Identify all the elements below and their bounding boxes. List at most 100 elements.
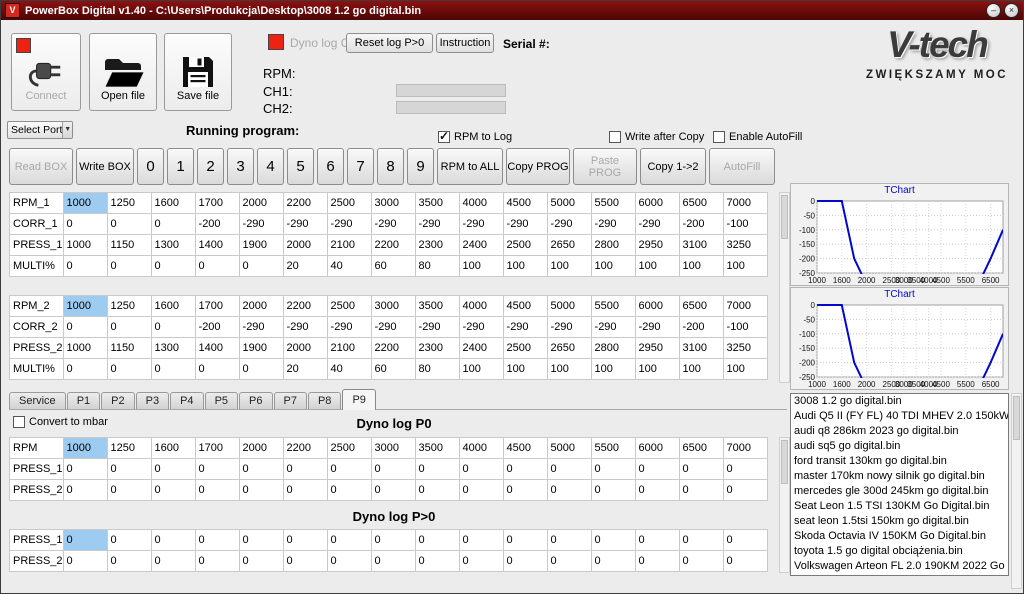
table-cell[interactable]: 6000 [634, 192, 680, 214]
table-cell[interactable]: 0 [62, 479, 108, 501]
file-item[interactable]: Skoda Octavia IV 150KM Go Digital.bin [791, 529, 1008, 544]
table-cell[interactable]: 0 [326, 550, 372, 572]
tab-p5[interactable]: P5 [204, 392, 239, 409]
table-cell[interactable]: 0 [458, 529, 504, 551]
table-cell[interactable]: 0 [634, 458, 680, 480]
program-digit-5[interactable]: 5 [287, 148, 314, 185]
table-cell[interactable]: 0 [370, 479, 416, 501]
file-list-scrollbar[interactable] [1011, 393, 1022, 589]
table-cell[interactable]: 2200 [282, 295, 328, 317]
table-cell[interactable]: -290 [502, 316, 548, 338]
table-cell[interactable]: 100 [590, 255, 636, 277]
table-cell[interactable]: 0 [62, 213, 108, 235]
table-cell[interactable]: -290 [634, 213, 680, 235]
table-cell[interactable]: -290 [326, 213, 372, 235]
table-cell[interactable]: 2000 [238, 192, 284, 214]
table-cell[interactable]: 0 [722, 550, 768, 572]
table-cell[interactable]: 0 [546, 550, 592, 572]
save-file-button[interactable]: Save file [164, 33, 232, 111]
table-cell[interactable]: 6500 [678, 295, 724, 317]
table-cell[interactable]: 2650 [546, 234, 592, 256]
table-cell[interactable]: 6500 [678, 192, 724, 214]
table-cell[interactable]: 2950 [634, 337, 680, 359]
instruction-button[interactable]: Instruction [436, 33, 494, 53]
table-cell[interactable]: 5000 [546, 192, 592, 214]
program-digit-2[interactable]: 2 [197, 148, 224, 185]
paste-prog-button[interactable]: Paste PROG [573, 148, 637, 185]
table-cell[interactable]: 0 [150, 213, 196, 235]
table-cell[interactable]: 5500 [590, 437, 636, 459]
table-cell[interactable]: 100 [634, 255, 680, 277]
table-cell[interactable]: 0 [370, 458, 416, 480]
table-cell[interactable]: 0 [326, 529, 372, 551]
program-digit-1[interactable]: 1 [167, 148, 194, 185]
table-cell[interactable]: 2000 [238, 437, 284, 459]
table-cell[interactable]: 0 [678, 529, 724, 551]
table-cell[interactable]: 0 [194, 479, 240, 501]
table-cell[interactable]: -290 [414, 213, 460, 235]
table-cell[interactable]: 0 [106, 316, 152, 338]
table-cell[interactable]: 0 [194, 458, 240, 480]
table-cell[interactable]: 2500 [326, 295, 372, 317]
table-cell[interactable]: 3500 [414, 295, 460, 317]
table-cell[interactable]: 0 [546, 529, 592, 551]
tables-scrollbar[interactable] [779, 192, 790, 383]
close-button[interactable]: × [1004, 3, 1019, 18]
connect-button[interactable]: Connect [11, 33, 81, 111]
table-cell[interactable]: 0 [106, 479, 152, 501]
tab-service[interactable]: Service [9, 392, 66, 409]
table-cell[interactable]: 0 [370, 529, 416, 551]
table-cell[interactable]: 0 [590, 529, 636, 551]
table-cell[interactable]: 2400 [458, 337, 504, 359]
table-cell[interactable]: 40 [326, 255, 372, 277]
program-digit-0[interactable]: 0 [137, 148, 164, 185]
table-cell[interactable]: 6000 [634, 437, 680, 459]
table-cell[interactable]: 0 [106, 358, 152, 380]
select-port-dropdown[interactable]: Select Port ▼ [7, 121, 73, 139]
table-cell[interactable]: 0 [150, 358, 196, 380]
write-after-copy-checkbox[interactable]: Write after Copy [609, 131, 704, 143]
table-cell[interactable]: 2200 [370, 234, 416, 256]
table-cell[interactable]: -290 [458, 213, 504, 235]
table-cell[interactable]: 0 [194, 358, 240, 380]
table-cell[interactable]: 60 [370, 255, 416, 277]
table-cell[interactable]: 0 [106, 550, 152, 572]
table-cell[interactable]: 100 [678, 255, 724, 277]
copy-1-to-2-button[interactable]: Copy 1->2 [640, 148, 706, 185]
table-cell[interactable]: -290 [282, 213, 328, 235]
rpm-to-all-button[interactable]: RPM to ALL [437, 148, 503, 185]
table-cell[interactable]: -290 [502, 213, 548, 235]
program-digit-7[interactable]: 7 [347, 148, 374, 185]
table-cell[interactable]: -290 [238, 213, 284, 235]
autofill-button[interactable]: AutoFill [709, 148, 775, 185]
enable-autofill-checkbox[interactable]: Enable AutoFill [713, 131, 802, 143]
table-cell[interactable]: 2000 [238, 295, 284, 317]
table-cell[interactable]: -290 [546, 213, 592, 235]
table-cell[interactable]: 1700 [194, 192, 240, 214]
table-cell[interactable]: 3100 [678, 234, 724, 256]
table-cell[interactable]: 20 [282, 358, 328, 380]
table-cell[interactable]: 100 [546, 358, 592, 380]
table-cell[interactable]: 80 [414, 255, 460, 277]
table-cell[interactable]: 2800 [590, 337, 636, 359]
table-cell[interactable]: 2200 [282, 192, 328, 214]
table-cell[interactable]: 0 [722, 529, 768, 551]
table-cell[interactable]: -290 [370, 316, 416, 338]
file-item[interactable]: audi sq5 go digital.bin [791, 439, 1008, 454]
table-cell[interactable]: 0 [546, 479, 592, 501]
table-cell[interactable]: 0 [722, 479, 768, 501]
table-cell[interactable]: 3000 [370, 295, 416, 317]
write-box-button[interactable]: Write BOX [76, 148, 134, 185]
tab-p4[interactable]: P4 [170, 392, 204, 409]
table-cell[interactable]: 0 [678, 479, 724, 501]
table-cell[interactable]: 1600 [150, 192, 196, 214]
table-cell[interactable]: 0 [634, 550, 680, 572]
table-cell[interactable]: 0 [194, 550, 240, 572]
table-cell[interactable]: 100 [634, 358, 680, 380]
table-cell[interactable]: 1600 [150, 295, 196, 317]
table-cell[interactable]: 0 [722, 458, 768, 480]
table-cell[interactable]: 1900 [238, 337, 284, 359]
table-cell[interactable]: 1000 [62, 437, 108, 459]
table-cell[interactable]: 40 [326, 358, 372, 380]
tab-p9[interactable]: P9 [342, 389, 376, 410]
